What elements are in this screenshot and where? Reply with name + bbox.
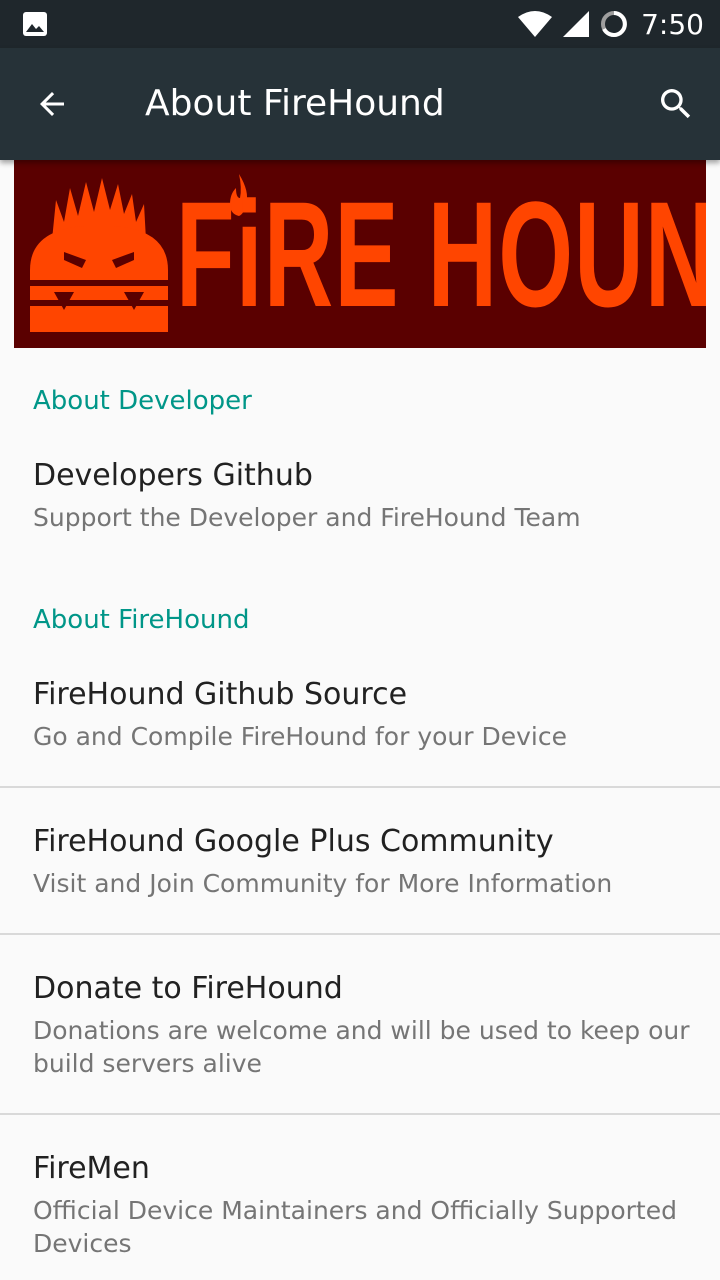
image-icon <box>23 12 47 36</box>
pref-title: FireHound Github Source <box>33 677 408 712</box>
firehound-banner: FiRE HOUND <box>14 160 706 348</box>
pref-title: Developers Github <box>33 458 313 493</box>
pref-summary: Support the Developer and FireHound Team <box>33 503 581 532</box>
wifi-icon <box>518 11 553 37</box>
pref-summary: Visit and Join Community for More Inform… <box>33 869 613 898</box>
pref-developers-github[interactable]: Developers Github Support the Developer … <box>0 440 720 560</box>
page-title: About FireHound <box>145 83 445 124</box>
search-button[interactable] <box>648 76 704 132</box>
pref-summary: Go and Compile FireHound for your Device <box>33 722 567 751</box>
pref-title: FireHound Google Plus Community <box>33 824 554 859</box>
app-bar: About FireHound <box>0 48 720 160</box>
category-about-developer: About Developer <box>33 386 252 416</box>
clock: 7:50 <box>641 7 704 41</box>
status-bar: 7:50 <box>0 0 720 48</box>
pref-firemen[interactable]: FireMen Official Device Maintainers and … <box>0 1115 720 1280</box>
hound-logo-icon <box>30 178 168 332</box>
pref-donate[interactable]: Donate to FireHound Donations are welcom… <box>0 935 720 1113</box>
pref-summary: Donations are welcome and will be used t… <box>33 1016 690 1078</box>
sync-icon <box>601 11 628 37</box>
pref-google-plus-community[interactable]: FireHound Google Plus Community Visit an… <box>0 788 720 934</box>
category-about-firehound: About FireHound <box>33 605 250 635</box>
arrow-back-icon <box>40 92 64 116</box>
back-button[interactable] <box>24 76 80 132</box>
pref-summary: Official Device Maintainers and Official… <box>33 1196 677 1258</box>
pref-title: Donate to FireHound <box>33 971 343 1006</box>
signal-icon <box>563 11 590 37</box>
banner-title: FiRE HOUND <box>176 170 706 338</box>
pref-title: FireMen <box>33 1151 150 1186</box>
search-icon <box>661 89 691 119</box>
pref-firehound-github-source[interactable]: FireHound Github Source Go and Compile F… <box>0 660 720 786</box>
